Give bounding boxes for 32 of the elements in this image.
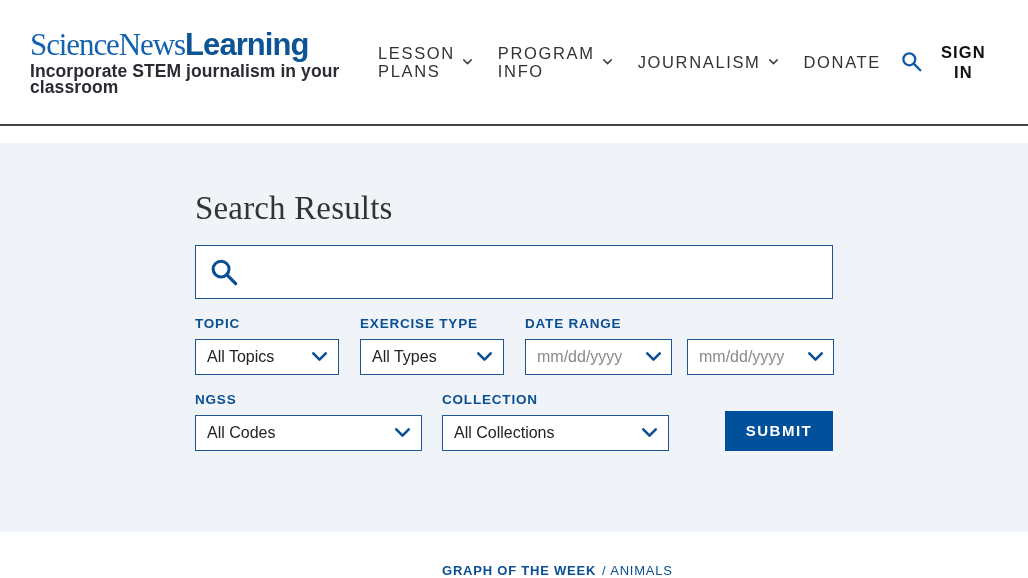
filter-label: COLLECTION xyxy=(442,392,538,408)
search-field[interactable] xyxy=(195,245,833,299)
search-button[interactable] xyxy=(900,50,923,73)
nav-link[interactable]: PROGRAM INFO xyxy=(497,43,612,80)
search-icon xyxy=(900,51,922,72)
filter-label: DATE RANGE xyxy=(525,316,622,332)
nav-link[interactable]: JOURNALISM xyxy=(637,52,778,71)
chevron-down-icon xyxy=(477,352,492,362)
subcategory-label[interactable]: / ANIMALS xyxy=(602,564,673,577)
submit-button[interactable]: SUBMIT xyxy=(725,411,833,451)
nav-link[interactable]: DONATE xyxy=(803,52,881,71)
search-icon xyxy=(210,258,238,286)
dropdown-select[interactable]: All Topics xyxy=(195,339,339,375)
filter-label: NGSS xyxy=(195,392,237,408)
chevron-down-icon xyxy=(642,428,657,438)
filter-label: TOPIC xyxy=(195,316,241,332)
date-field[interactable]: mm/dd/yyyy xyxy=(525,339,672,375)
date-field[interactable]: mm/dd/yyyy xyxy=(687,339,834,375)
page-title: Search Results xyxy=(195,189,393,228)
site-logo[interactable]: ScienceNewsLearning xyxy=(30,28,309,60)
tagline: Incorporate STEM journalism in your classroom xyxy=(30,62,341,95)
chevron-down-icon xyxy=(395,428,410,438)
category-label[interactable]: GRAPH OF THE WEEK xyxy=(442,564,597,577)
dropdown-select[interactable]: All Codes xyxy=(195,415,422,451)
sign-in-link[interactable]: SIGN IN xyxy=(940,41,986,82)
chevron-down-icon xyxy=(646,352,661,362)
chevron-down-icon xyxy=(808,352,823,362)
dropdown-select[interactable]: All Types xyxy=(360,339,504,375)
filter-label: EXERCISE TYPE xyxy=(360,316,478,332)
chevron-down-icon xyxy=(312,352,327,362)
dropdown-select[interactable]: All Collections xyxy=(442,415,669,451)
nav-link[interactable]: LESSON PLANS xyxy=(378,43,472,80)
